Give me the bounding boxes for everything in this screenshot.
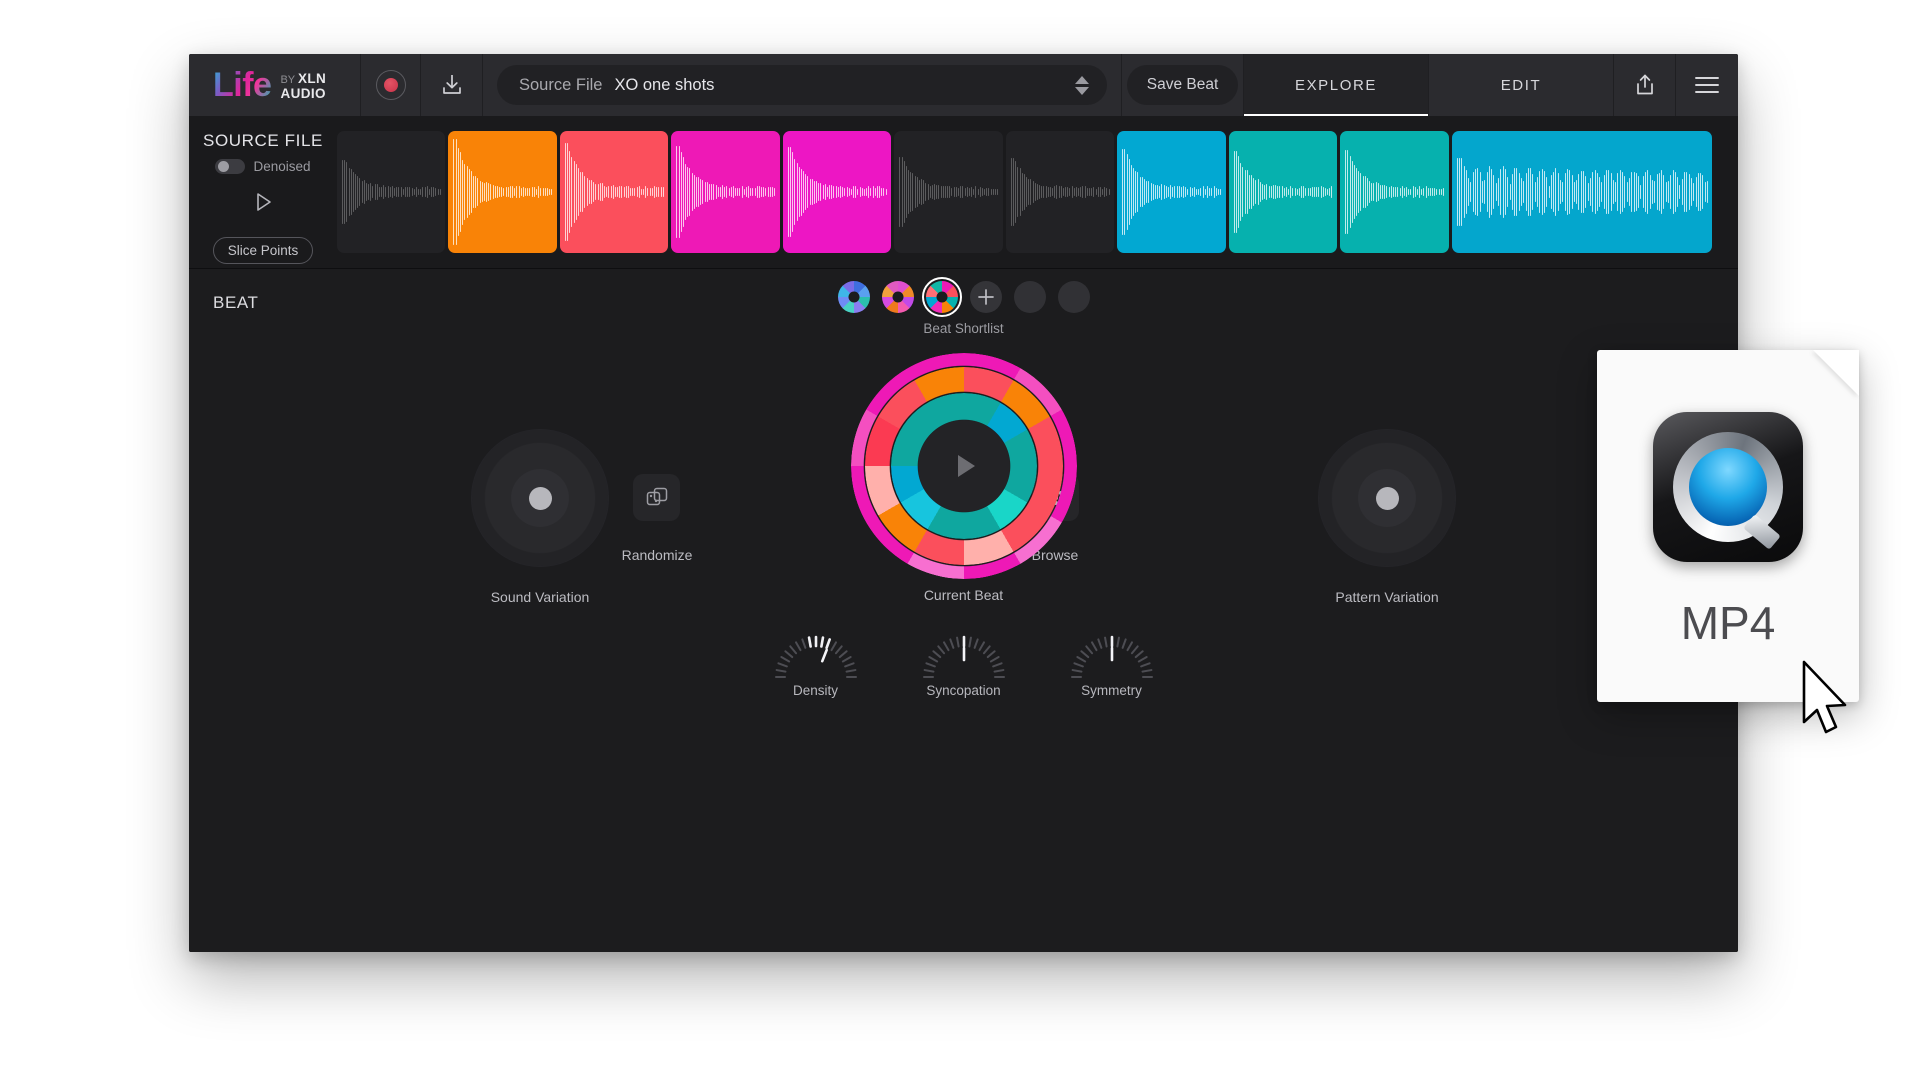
source-file-label: Source File bbox=[519, 75, 603, 94]
waveform-slice[interactable] bbox=[1228, 131, 1338, 253]
dice-icon bbox=[646, 487, 667, 505]
hamburger-menu-icon bbox=[1695, 77, 1719, 93]
tab-edit[interactable]: EDIT bbox=[1429, 54, 1614, 116]
app-header: Life BY XLN AUDIO Source File XO one sho… bbox=[189, 54, 1738, 116]
parameter-knob-label: Density bbox=[792, 683, 838, 698]
waveform-slice[interactable] bbox=[337, 131, 446, 253]
brand-audio-label: AUDIO bbox=[280, 86, 326, 102]
waveform-slice[interactable] bbox=[782, 131, 892, 253]
waveform-slice[interactable] bbox=[1117, 131, 1226, 253]
beat-shortlist-row[interactable] bbox=[837, 277, 1090, 317]
current-beat-wheel[interactable] bbox=[850, 353, 1077, 579]
slice-points-button[interactable]: Slice Points bbox=[212, 237, 314, 264]
knob-arc-icon bbox=[774, 635, 857, 678]
source-file-selector[interactable]: Source File XO one shots bbox=[483, 54, 1122, 116]
parameter-knob[interactable]: Density bbox=[764, 621, 868, 698]
brand-name: Life bbox=[213, 66, 272, 104]
beat-section-label: BEAT bbox=[213, 293, 259, 312]
brand-logo: Life BY XLN AUDIO bbox=[189, 54, 361, 116]
waveform-slice[interactable] bbox=[894, 131, 1003, 253]
dragged-file-card[interactable]: MP4 bbox=[1597, 350, 1859, 702]
waveform-slice[interactable] bbox=[671, 131, 780, 253]
source-file-strip: SOURCE FILE Denoised Slice Points bbox=[189, 116, 1738, 269]
randomize-label: Randomize bbox=[621, 547, 693, 563]
pattern-variation-dial[interactable] bbox=[1318, 429, 1456, 567]
slice-points-label: Slice Points bbox=[227, 243, 299, 258]
randomize-button[interactable] bbox=[633, 474, 680, 521]
beat-shortlist-item[interactable] bbox=[837, 281, 870, 313]
parameter-knob-label: Symmetry bbox=[1081, 683, 1142, 698]
dragged-file-label: MP4 bbox=[1680, 597, 1776, 649]
sound-variation-label: Sound Variation bbox=[490, 589, 590, 605]
record-button[interactable] bbox=[361, 54, 421, 116]
share-icon bbox=[1636, 74, 1653, 95]
brand-xln-label: XLN bbox=[298, 71, 327, 87]
add-beat-button[interactable] bbox=[969, 281, 1002, 313]
record-icon bbox=[375, 70, 406, 100]
play-icon bbox=[257, 193, 271, 211]
current-beat-play-button[interactable] bbox=[917, 420, 1010, 512]
tab-explore[interactable]: EXPLORE bbox=[1244, 54, 1429, 116]
screen-root: Life BY XLN AUDIO Source File XO one sho… bbox=[0, 0, 1920, 1080]
beat-section: BEAT Beat Shortlist Sound Variation Rand… bbox=[189, 269, 1738, 952]
beat-slot-empty[interactable] bbox=[1057, 281, 1090, 313]
quicktime-icon bbox=[1653, 412, 1803, 562]
beat-shortlist: Beat Shortlist bbox=[837, 277, 1090, 336]
beat-shortlist-item[interactable] bbox=[921, 277, 962, 317]
source-file-title: SOURCE FILE bbox=[203, 131, 323, 150]
tab-edit-label: EDIT bbox=[1500, 76, 1542, 94]
beat-shortlist-caption: Beat Shortlist bbox=[923, 321, 1004, 336]
parameter-knob-label: Syncopation bbox=[926, 683, 1001, 698]
current-beat-label: Current Beat bbox=[923, 587, 1004, 603]
plus-icon bbox=[977, 289, 994, 305]
source-file-stepper-icon[interactable] bbox=[1075, 75, 1089, 95]
denoised-label: Denoised bbox=[253, 159, 311, 174]
save-beat-label: Save Beat bbox=[1126, 65, 1239, 105]
waveform-slice[interactable] bbox=[1340, 131, 1449, 253]
denoised-toggle[interactable]: Denoised bbox=[215, 159, 311, 174]
denoised-toggle-switch[interactable] bbox=[215, 159, 246, 174]
download-button[interactable] bbox=[421, 54, 483, 116]
waveform-slices[interactable] bbox=[337, 116, 1738, 268]
mouse-pointer-icon bbox=[1802, 660, 1847, 734]
pattern-variation-label: Pattern Variation bbox=[1335, 589, 1439, 605]
brand-vendor: BY XLN AUDIO bbox=[280, 69, 326, 101]
page-fold-corner bbox=[1813, 350, 1859, 396]
save-beat-button[interactable]: Save Beat bbox=[1122, 54, 1244, 116]
download-icon bbox=[442, 75, 461, 94]
source-file-value: XO one shots bbox=[614, 75, 715, 94]
tab-explore-label: EXPLORE bbox=[1294, 76, 1378, 94]
source-play-button[interactable] bbox=[250, 189, 276, 220]
beat-slot-empty[interactable] bbox=[1013, 281, 1046, 313]
waveform-slice[interactable] bbox=[559, 131, 669, 253]
beat-parameter-knobs[interactable]: Density Syncopation Symmetry bbox=[764, 621, 1164, 698]
share-button[interactable] bbox=[1614, 54, 1676, 116]
waveform-slice[interactable] bbox=[1005, 131, 1115, 253]
waveform-slice[interactable] bbox=[1451, 131, 1713, 253]
waveform-slice[interactable] bbox=[448, 131, 557, 253]
knob-arc-icon bbox=[1070, 635, 1153, 678]
life-app-window: Life BY XLN AUDIO Source File XO one sho… bbox=[189, 54, 1738, 952]
beat-shortlist-item[interactable] bbox=[881, 281, 914, 313]
source-file-panel: SOURCE FILE Denoised Slice Points bbox=[189, 116, 337, 268]
parameter-knob[interactable]: Symmetry bbox=[1060, 621, 1164, 698]
parameter-knob[interactable]: Syncopation bbox=[912, 621, 1016, 698]
knob-arc-icon bbox=[922, 635, 1005, 678]
menu-button[interactable] bbox=[1676, 54, 1738, 116]
brand-by-label: BY bbox=[280, 74, 295, 87]
play-icon bbox=[957, 455, 975, 477]
